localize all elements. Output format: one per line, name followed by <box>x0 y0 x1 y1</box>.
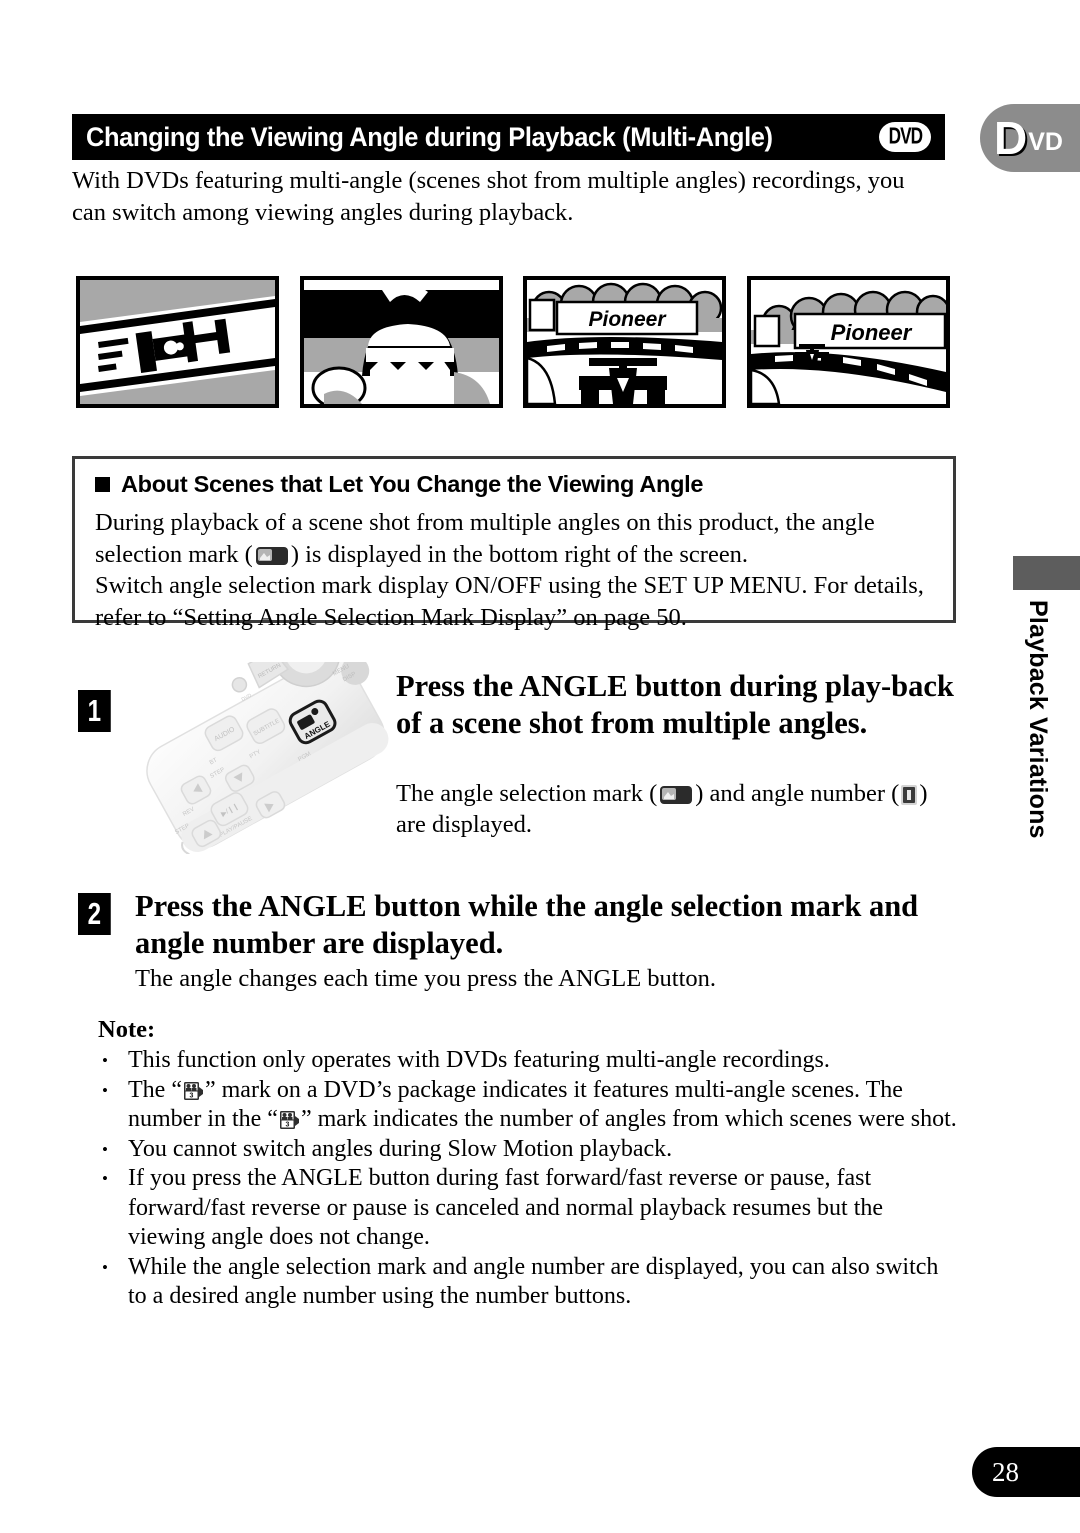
angle-selection-mark-icon <box>659 783 693 805</box>
dvd-format-tab: D VD <box>980 104 1080 172</box>
side-tab-label: Playback Variations <box>1024 600 1052 839</box>
angle-number-icon <box>901 782 918 805</box>
page-title: Changing the Viewing Angle during Playba… <box>86 121 773 152</box>
square-bullet-icon <box>95 477 110 492</box>
dvd-tab-letter-d: D <box>994 112 1028 164</box>
step-1-subtext: The angle selection mark ( ) and angle nu… <box>396 778 956 840</box>
track-wide-view-icon: Pioneer <box>750 280 946 404</box>
driver-helmet-icon <box>303 280 499 404</box>
bullet-dot-icon: • <box>102 1257 108 1277</box>
step-number-2-text: 2 <box>87 896 102 931</box>
illustration-panel-track-front-view: Pioneer <box>523 276 727 408</box>
remote-control-icon: DVD RETURN MENU DISP AUDIO BT SUBTITLE P… <box>146 662 389 854</box>
pioneer-banner-text: Pioneer <box>831 320 913 345</box>
remote-control-illustration: DVD RETURN MENU DISP AUDIO BT SUBTITLE P… <box>128 662 400 854</box>
note-item-text: If you press the ANGLE button during fas… <box>128 1165 884 1250</box>
step-2-subtext: The angle changes each time you press th… <box>135 965 717 992</box>
illustration-panel-track-wide-view: Pioneer <box>746 276 950 408</box>
step-number-2: 2 <box>78 893 111 935</box>
illustration-strip: Pioneer Pioneer <box>76 276 950 408</box>
bullet-dot-icon: • <box>102 1169 108 1188</box>
dvd-logo-text: DVD <box>888 123 922 150</box>
intro-paragraph: With DVDs featuring multi-angle (scenes … <box>72 167 905 226</box>
multi-angle-package-mark-icon: 3 <box>279 1109 300 1129</box>
about-scenes-box: About Scenes that Let You Change the Vie… <box>72 456 956 631</box>
note-block: Note: • This function only operates with… <box>98 1016 960 1312</box>
note-list-item: • This function only operates with DVDs … <box>98 1046 960 1076</box>
step-1-sub-before: The angle selection mark ( <box>396 780 658 807</box>
track-front-view-icon: Pioneer <box>527 280 723 404</box>
note-item-text: The “3” mark on a DVD’s package indicate… <box>128 1076 960 1135</box>
about-scenes-p2: Switch angle selection mark display ON/O… <box>95 572 924 631</box>
step-number-1-text: 1 <box>87 693 102 728</box>
dvd-tab-letters-vd: VD <box>1028 128 1063 156</box>
dvd-logo-icon: DVD <box>879 122 931 152</box>
bullet-dot-icon: • <box>102 1080 108 1100</box>
page-number: 28 <box>992 1456 1019 1487</box>
note-list-item: • You cannot switch angles during Slow M… <box>98 1135 960 1165</box>
pioneer-banner-text: Pioneer <box>589 308 668 331</box>
about-scenes-heading-text: About Scenes that Let You Change the Vie… <box>121 471 704 497</box>
side-tab-marker <box>1013 556 1080 590</box>
illustration-panel-driver-helmet <box>299 276 503 408</box>
note-list-item: • The “3” mark on a DVD’s package indica… <box>98 1076 960 1135</box>
note-list-item: • While the angle selection mark and ang… <box>98 1253 960 1312</box>
angle-selection-mark-icon <box>255 544 289 566</box>
bullet-dot-icon: • <box>102 1139 108 1159</box>
note-2-after: ” mark indicates the number of angles fr… <box>300 1106 957 1132</box>
about-scenes-body: During playback of a scene shot from mul… <box>95 507 935 633</box>
race-car-overhead-icon <box>80 280 275 404</box>
about-scenes-heading: About Scenes that Let You Change the Vie… <box>95 471 935 498</box>
page-number-bar: 28 <box>972 1447 1080 1497</box>
svg-text:3: 3 <box>190 1092 194 1099</box>
note-item-text: This function only operates with DVDs fe… <box>128 1047 830 1073</box>
note-title: Note: <box>98 1016 156 1043</box>
note-list-item: • If you press the ANGLE button during f… <box>98 1164 960 1253</box>
section-header-bar: Changing the Viewing Angle during Playba… <box>72 114 945 160</box>
step-number-1: 1 <box>78 690 111 732</box>
note-2-before: The “ <box>128 1076 182 1103</box>
note-item-text: You cannot switch angles during Slow Mot… <box>128 1135 673 1162</box>
bullet-dot-icon: • <box>102 1051 108 1070</box>
svg-text:3: 3 <box>286 1122 290 1129</box>
step-2-title: Press the ANGLE button while the angle s… <box>135 889 919 960</box>
multi-angle-package-mark-icon: 3 <box>183 1080 204 1100</box>
step-1-sub-middle: ) and angle number ( <box>695 780 900 807</box>
note-item-text: While the angle selection mark and angle… <box>128 1253 939 1310</box>
about-scenes-p1-after: ) is displayed in the bottom right of th… <box>290 540 749 568</box>
step-1-title: Press the ANGLE button during play-back … <box>396 669 954 740</box>
illustration-panel-race-car-overhead <box>76 276 279 408</box>
